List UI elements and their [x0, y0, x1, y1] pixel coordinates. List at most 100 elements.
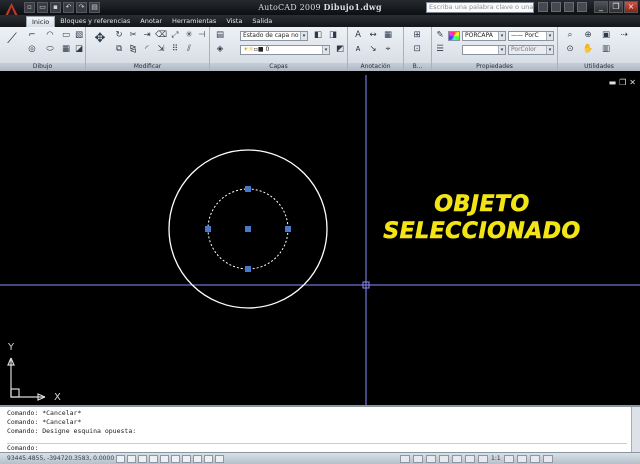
grip-icon[interactable]	[205, 226, 211, 232]
command-scrollbar[interactable]	[631, 407, 640, 452]
create-block-icon[interactable]: ⊡	[411, 44, 423, 55]
tab-herramientas[interactable]: Herramientas	[167, 16, 221, 27]
otrack-toggle-icon[interactable]	[171, 455, 180, 463]
scale-icon[interactable]: ⤢	[169, 30, 181, 41]
pan-icon[interactable]	[426, 455, 436, 463]
grip-icon[interactable]	[245, 266, 251, 272]
ortho-toggle-icon[interactable]	[138, 455, 147, 463]
minimize-icon[interactable]: _	[594, 1, 608, 13]
line-icon[interactable]: ⟋	[4, 30, 20, 48]
annotation-scale[interactable]: 1:1	[491, 455, 501, 463]
model-icon[interactable]	[400, 455, 410, 463]
workspace-icon[interactable]	[516, 455, 527, 463]
lineweight-dropdown[interactable]: PorColor ▾	[508, 45, 554, 55]
dyn-toggle-icon[interactable]	[193, 455, 202, 463]
ellipse-icon[interactable]: ⬭	[44, 44, 56, 55]
command-input[interactable]: Comando:	[7, 443, 627, 452]
lineweight-toggle-icon[interactable]	[204, 455, 213, 463]
grid-toggle-icon[interactable]	[127, 455, 136, 463]
match-properties-icon[interactable]: ✎	[434, 30, 446, 41]
layer-off-icon[interactable]: ◩	[334, 44, 346, 55]
extend-icon[interactable]: ⇥	[141, 30, 153, 41]
tab-inicio[interactable]: Inicio	[26, 16, 56, 27]
linetype-dropdown[interactable]: —— PorC ▾	[508, 31, 554, 41]
layer-previous-icon[interactable]: ◧	[312, 30, 324, 41]
restore-icon[interactable]: ❐	[609, 1, 623, 13]
window-icon[interactable]: ▣	[600, 30, 612, 41]
grip-icon[interactable]	[245, 186, 251, 192]
erase-icon[interactable]: ⌫	[155, 30, 167, 41]
grip-center-icon[interactable]	[245, 226, 251, 232]
layer-dropdown[interactable]: ☀☼▫■ 0 ▾	[240, 45, 330, 55]
leader-icon[interactable]: ↘	[367, 44, 379, 55]
coordinates-display[interactable]: 93445.4855, -394720.3583, 0.0000	[7, 454, 114, 464]
explode-icon[interactable]: ✳	[183, 30, 195, 41]
showmotion-icon[interactable]	[465, 455, 475, 463]
clean-screen-icon[interactable]	[542, 455, 553, 463]
qp-toggle-icon[interactable]	[215, 455, 224, 463]
restore-icon[interactable]: ❐	[619, 79, 626, 87]
layer-match-icon[interactable]: ◈	[214, 44, 226, 55]
minimize-icon[interactable]: ▬	[609, 79, 617, 87]
polyline-icon[interactable]: ⌐	[26, 30, 38, 41]
drawing-area[interactable]: Y X ▬ ❐ ✕ OBJETO SELECCIONADO	[0, 75, 640, 405]
snap-toggle-icon[interactable]	[116, 455, 125, 463]
multiline-text-icon[interactable]: ᴀ	[352, 44, 364, 55]
zoom-icon[interactable]	[439, 455, 449, 463]
dimension-icon[interactable]: ↔	[367, 30, 379, 41]
copy-icon[interactable]: ⧉	[113, 44, 125, 55]
calculator-icon[interactable]: ▥	[600, 44, 612, 55]
osnap-toggle-icon[interactable]	[160, 455, 169, 463]
list-icon[interactable]: ☰	[434, 44, 446, 55]
offset-icon[interactable]: ⫽	[183, 44, 195, 55]
arc-icon[interactable]: ◠	[44, 30, 56, 41]
text-icon[interactable]: A	[352, 30, 364, 41]
tab-salida[interactable]: Salida	[247, 16, 277, 27]
communication-center-icon[interactable]	[551, 2, 561, 12]
close-icon[interactable]: ×	[624, 1, 638, 13]
trim-icon[interactable]: ✂	[127, 30, 139, 41]
ducs-toggle-icon[interactable]	[182, 455, 191, 463]
break-icon[interactable]: ⊣	[196, 30, 208, 41]
rectangle-icon[interactable]: ▭	[60, 30, 72, 41]
circle-icon[interactable]: ◎	[26, 44, 38, 55]
annotation-autoscale-icon[interactable]	[503, 455, 514, 463]
stretch-icon[interactable]: ⇲	[155, 44, 167, 55]
tab-bloques-y-referencias[interactable]: Bloques y referencias	[55, 16, 135, 27]
region-icon[interactable]: ◪	[73, 44, 85, 55]
binoculars-icon[interactable]	[538, 2, 548, 12]
insert-block-icon[interactable]: ⊞	[411, 30, 423, 41]
layer-properties-icon[interactable]: ▤	[214, 30, 226, 41]
zoom-icon[interactable]: ⊕	[582, 30, 594, 41]
polar-toggle-icon[interactable]	[149, 455, 158, 463]
mark-icon[interactable]: ⌖	[382, 44, 394, 55]
rotate-icon[interactable]: ↻	[113, 30, 125, 41]
array-icon[interactable]: ⠿	[169, 44, 181, 55]
steering-wheel-icon[interactable]	[452, 455, 462, 463]
measure-icon[interactable]: ⇢	[618, 30, 630, 41]
lock-icon[interactable]	[529, 455, 540, 463]
gradient-icon[interactable]: ▧	[73, 30, 85, 41]
quick-select-icon[interactable]: ⊙	[564, 44, 576, 55]
layer-isolate-icon[interactable]: ◨	[327, 30, 339, 41]
annotation-visibility-icon[interactable]	[478, 455, 488, 463]
hatch-icon[interactable]: ▦	[60, 44, 72, 55]
tab-vista[interactable]: Vista	[221, 16, 247, 27]
table-icon[interactable]: ▦	[382, 30, 394, 41]
favorites-star-icon[interactable]	[564, 2, 574, 12]
tab-anotar[interactable]: Anotar	[135, 16, 167, 27]
grip-icon[interactable]	[285, 226, 291, 232]
distance-icon[interactable]: ⌕	[564, 30, 576, 41]
search-input[interactable]: Escriba una palabra clave o una frase	[426, 2, 534, 13]
move-icon[interactable]: ✥	[92, 30, 108, 48]
pan-icon[interactable]: ✋	[582, 44, 594, 55]
close-icon[interactable]: ✕	[629, 79, 636, 87]
layout-icon[interactable]	[413, 455, 423, 463]
fillet-icon[interactable]: ◜	[141, 44, 153, 55]
color-wheel-icon[interactable]	[448, 31, 460, 41]
help-icon[interactable]	[577, 2, 587, 12]
color-dropdown[interactable]: PORCAPA ▾	[462, 31, 506, 41]
plot-style-dropdown[interactable]: ▾	[462, 45, 506, 55]
layer-state-dropdown[interactable]: Estado de capa no g ▾	[240, 31, 308, 41]
mirror-icon[interactable]: ⧎	[127, 44, 139, 55]
